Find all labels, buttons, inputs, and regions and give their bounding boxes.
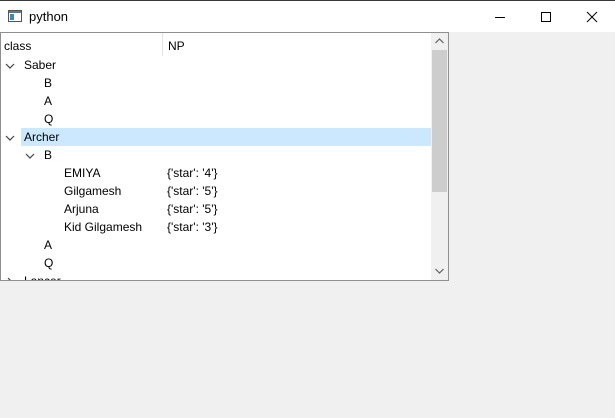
tree-rows: Saber B A Q Archer B EMIYA {'star': '4'} Gilgame… bbox=[1, 56, 431, 280]
tree-row[interactable]: EMIYA {'star': '4'} bbox=[1, 164, 431, 182]
title-bar[interactable]: python bbox=[0, 0, 615, 32]
chevron-down-icon[interactable] bbox=[5, 132, 15, 142]
row-label: Saber bbox=[24, 58, 57, 72]
window-title: python bbox=[29, 9, 69, 24]
row-label: Q bbox=[44, 256, 54, 270]
row-label: B bbox=[44, 76, 53, 90]
tree-row[interactable]: Q bbox=[1, 254, 431, 272]
tree-row[interactable]: Archer bbox=[1, 128, 431, 146]
chevron-down-icon[interactable] bbox=[5, 60, 15, 70]
row-label: Q bbox=[44, 112, 54, 126]
tree-header: class NP bbox=[1, 33, 431, 56]
minimize-button[interactable] bbox=[477, 1, 523, 32]
tree-row[interactable]: Arjuna {'star': '5'} bbox=[1, 200, 431, 218]
vertical-scrollbar[interactable] bbox=[431, 33, 448, 280]
tree-row[interactable]: Kid Gilgamesh {'star': '3'} bbox=[1, 218, 431, 236]
row-label: Archer bbox=[24, 130, 60, 144]
row-label: A bbox=[44, 94, 53, 108]
scroll-down-button[interactable] bbox=[431, 263, 448, 280]
scroll-up-button[interactable] bbox=[431, 33, 448, 50]
tree-row[interactable]: A bbox=[1, 92, 431, 110]
row-label: B bbox=[44, 148, 53, 162]
row-np-value: {'star': '4'} bbox=[167, 166, 218, 180]
tree-view[interactable]: class NP Saber B A Q Archer B EMIYA {'star': '4… bbox=[0, 32, 449, 281]
column-header-np[interactable]: NP bbox=[163, 33, 431, 56]
column-header-class[interactable]: class bbox=[1, 33, 163, 56]
chevron-right-icon[interactable] bbox=[5, 276, 15, 280]
close-icon bbox=[586, 11, 598, 23]
tree-row[interactable]: B bbox=[1, 146, 431, 164]
tree-row[interactable]: A bbox=[1, 236, 431, 254]
row-label: Arjuna bbox=[64, 202, 99, 216]
close-button[interactable] bbox=[569, 1, 615, 32]
row-np-value: {'star': '5'} bbox=[167, 184, 218, 198]
chevron-down-icon[interactable] bbox=[25, 150, 35, 160]
row-selection-highlight bbox=[21, 128, 431, 146]
scroll-down-arrow-icon bbox=[435, 268, 444, 274]
tree-row[interactable]: Saber bbox=[1, 56, 431, 74]
row-label: Lancer bbox=[24, 274, 61, 280]
row-label: Kid Gilgamesh bbox=[64, 220, 143, 234]
tree-row[interactable]: Gilgamesh {'star': '5'} bbox=[1, 182, 431, 200]
tree-row[interactable]: Lancer bbox=[1, 272, 431, 280]
maximize-button[interactable] bbox=[523, 1, 569, 32]
minimize-icon bbox=[495, 17, 505, 18]
window-app-icon[interactable] bbox=[8, 10, 22, 22]
row-np-value: {'star': '3'} bbox=[167, 220, 218, 234]
row-label: EMIYA bbox=[64, 166, 101, 180]
scrollbar-thumb[interactable] bbox=[432, 50, 447, 192]
row-label: Gilgamesh bbox=[64, 184, 122, 198]
maximize-icon bbox=[541, 12, 551, 22]
scroll-up-arrow-icon bbox=[435, 38, 444, 44]
tree-row[interactable]: B bbox=[1, 74, 431, 92]
tree-row[interactable]: Q bbox=[1, 110, 431, 128]
row-np-value: {'star': '5'} bbox=[167, 202, 218, 216]
row-label: A bbox=[44, 238, 53, 252]
